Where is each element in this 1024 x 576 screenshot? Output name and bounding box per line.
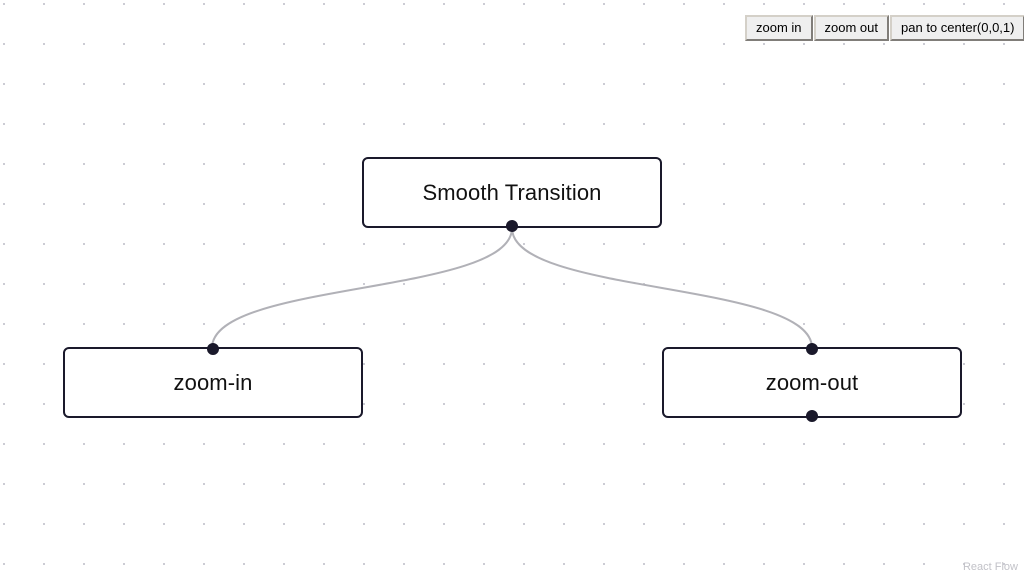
nodes-layer: Smooth Transition zoom-in zoom-out <box>0 0 1024 576</box>
node-smooth-transition[interactable]: Smooth Transition <box>362 157 662 232</box>
handle-target-zoom-out[interactable] <box>806 343 818 355</box>
zoom-out-button[interactable]: zoom out <box>813 15 890 41</box>
handle-source-zoom-out[interactable] <box>806 410 818 422</box>
handle-source-smooth-transition[interactable] <box>506 220 518 232</box>
node-zoom-in[interactable]: zoom-in <box>63 343 363 418</box>
node-label-zoom-out: zoom-out <box>765 369 859 395</box>
node-label-zoom-in: zoom-in <box>173 369 253 395</box>
react-flow-canvas[interactable]: Smooth Transition zoom-in zoom-out zoom … <box>0 0 1024 576</box>
zoom-in-button[interactable]: zoom in <box>745 15 813 41</box>
control-panel: zoom in zoom out pan to center(0,0,1) <box>745 15 1024 41</box>
node-label-smooth-transition: Smooth Transition <box>422 179 602 205</box>
react-flow-attribution[interactable]: React Flow <box>963 561 1018 573</box>
handle-target-zoom-in[interactable] <box>207 343 219 355</box>
pan-to-center-button[interactable]: pan to center(0,0,1) <box>890 15 1024 41</box>
node-zoom-out[interactable]: zoom-out <box>662 343 962 422</box>
